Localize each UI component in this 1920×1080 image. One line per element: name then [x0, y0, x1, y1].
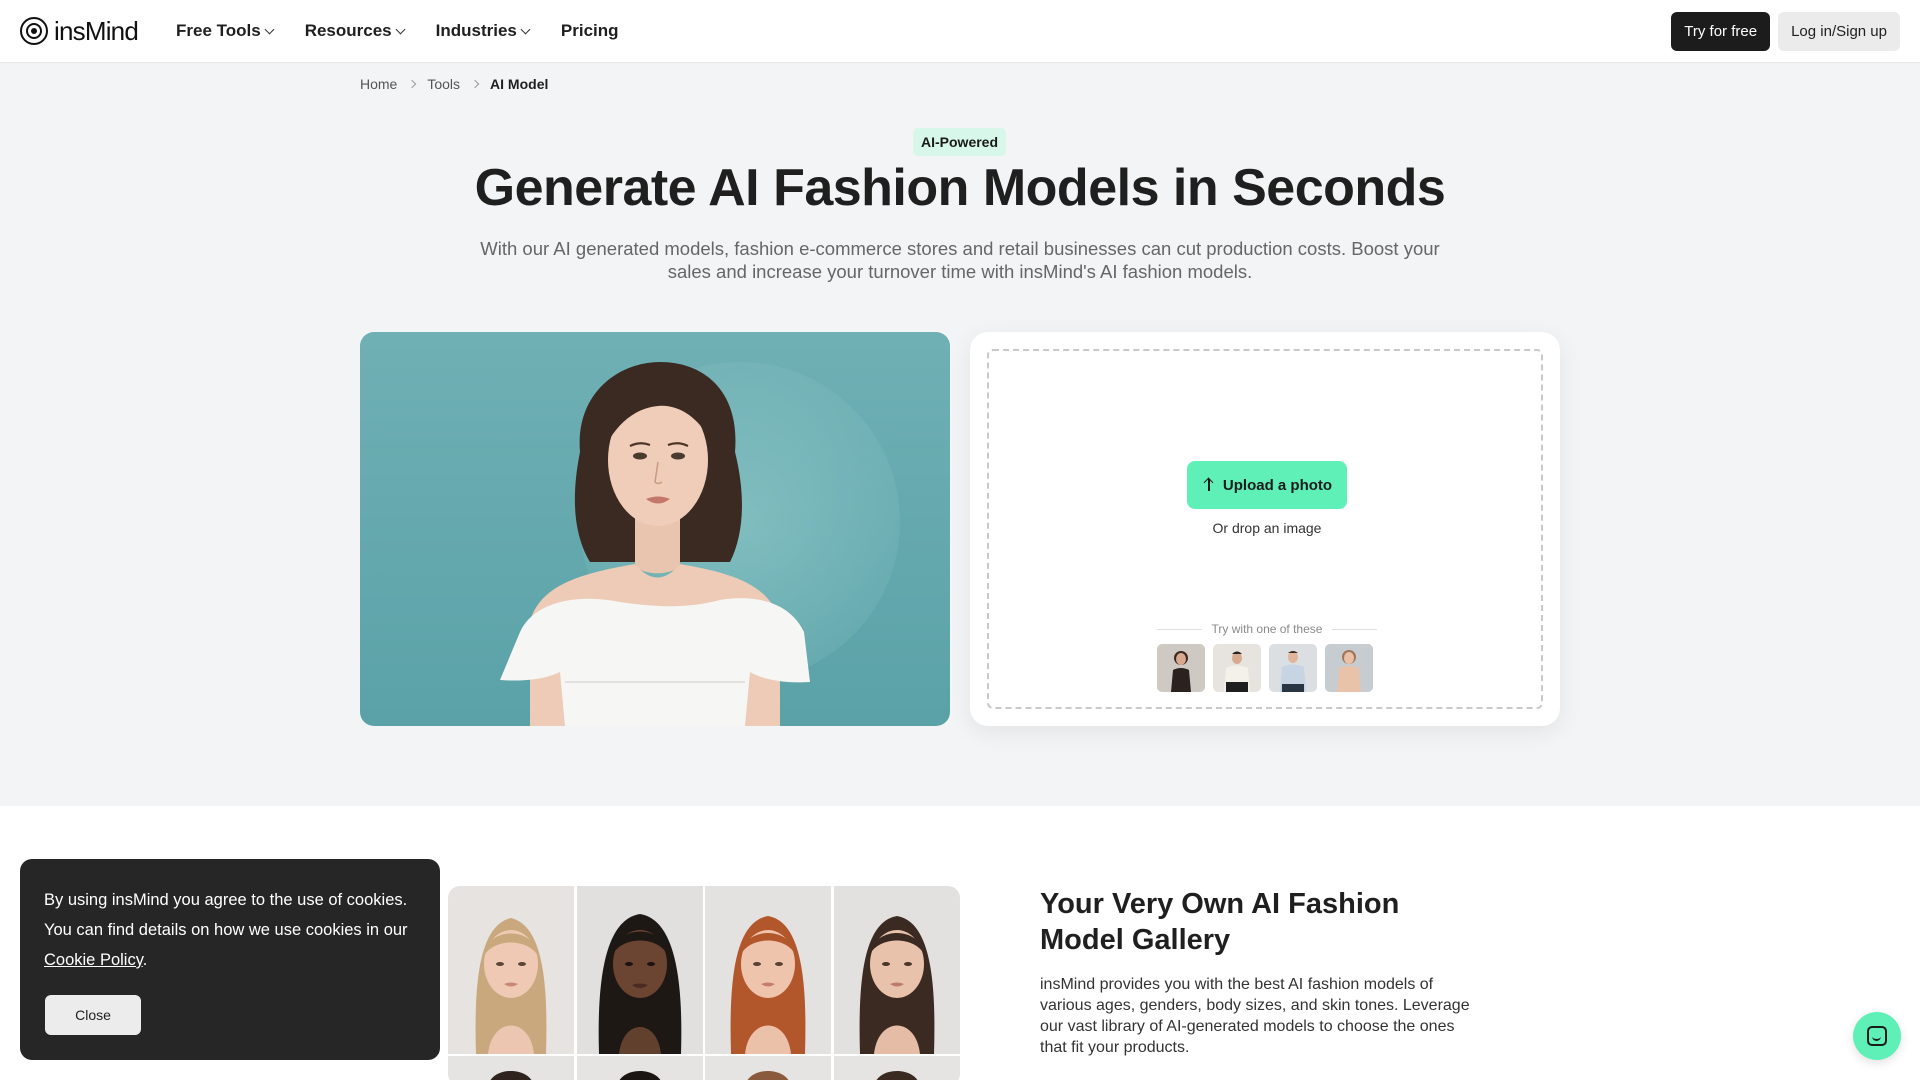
gallery-tile[interactable] [448, 1056, 575, 1080]
gallery-title: Your Very Own AI Fashion Model Gallery [1040, 888, 1400, 956]
nav-label: Free Tools [176, 21, 261, 40]
nav-resources[interactable]: Resources [304, 21, 406, 41]
sample-images-label: Try with one of these [989, 622, 1545, 636]
logo[interactable]: insMind [20, 15, 139, 47]
sample-image-2[interactable] [1213, 644, 1261, 692]
page-title: Generate AI Fashion Models in Seconds [474, 159, 1446, 217]
upload-icon [1202, 477, 1216, 493]
image-drop-zone[interactable]: Upload a photo Or drop an image Try with… [987, 349, 1543, 709]
nav-industries[interactable]: Industries [435, 21, 531, 41]
upload-button-label: Upload a photo [1222, 476, 1333, 494]
nav-free-tools[interactable]: Free Tools [176, 21, 275, 41]
model-gallery [448, 886, 960, 1080]
header-actions: Try for free Log in/Sign up [1671, 11, 1900, 51]
gallery-tile[interactable] [705, 886, 832, 1054]
hero-model-image [360, 332, 950, 726]
chat-icon [1867, 1026, 1887, 1046]
cookie-text: By using insMind you agree to the use of… [44, 885, 416, 975]
gallery-tile[interactable] [833, 886, 961, 1054]
gallery-tile[interactable] [448, 886, 575, 1054]
nav-label: Resources [304, 21, 392, 40]
logo-text: insMind [54, 15, 139, 46]
page-subtitle: With our AI generated models, fashion e-… [480, 238, 1440, 282]
gallery-tile[interactable] [833, 1056, 961, 1080]
gallery-description: insMind provides you with the best AI fa… [1040, 976, 1470, 1056]
upload-photo-button[interactable]: Upload a photo [1187, 461, 1347, 509]
site-header: insMind Free Tools Resources Industries … [0, 0, 1920, 63]
main-nav: Free Tools Resources Industries Pricing [176, 21, 619, 41]
gallery-tile[interactable] [576, 886, 704, 1054]
breadcrumb-home[interactable]: Home [360, 76, 397, 92]
gallery-tile[interactable] [576, 1056, 704, 1080]
cookie-banner: By using insMind you agree to the use of… [20, 859, 440, 1060]
chevron-right-icon [408, 79, 417, 89]
gallery-tile[interactable] [705, 1056, 832, 1080]
chevron-down-icon [264, 24, 275, 34]
cookie-text-main: By using insMind you agree to the use of… [44, 891, 408, 939]
sample-image-3[interactable] [1269, 644, 1317, 692]
breadcrumb-tools[interactable]: Tools [427, 76, 460, 92]
breadcrumb: Home Tools AI Model [360, 76, 548, 92]
try-for-free-button[interactable]: Try for free [1671, 11, 1771, 51]
cookie-text-end: . [142, 951, 148, 969]
chevron-down-icon [520, 24, 531, 34]
cookie-policy-link[interactable]: Cookie Policy [44, 951, 143, 969]
cookie-close-button[interactable]: Close [45, 995, 141, 1035]
logo-icon [20, 17, 48, 45]
nav-label: Pricing [560, 21, 619, 40]
chevron-down-icon [395, 24, 406, 34]
sample-image-4[interactable] [1325, 644, 1373, 692]
model-portrait [500, 362, 810, 726]
sample-images [1157, 644, 1373, 692]
upload-card: Upload a photo Or drop an image Try with… [970, 332, 1560, 726]
nav-pricing[interactable]: Pricing [561, 21, 619, 41]
breadcrumb-current: AI Model [490, 76, 549, 92]
sample-image-1[interactable] [1157, 644, 1205, 692]
chevron-right-icon [470, 79, 480, 89]
chat-button[interactable] [1853, 1012, 1901, 1060]
try-label-text: Try with one of these [1211, 622, 1323, 636]
nav-label: Industries [435, 21, 517, 40]
drop-hint: Or drop an image [1212, 520, 1322, 536]
ai-powered-badge: AI-Powered [913, 128, 1007, 156]
login-signup-button[interactable]: Log in/Sign up [1778, 11, 1900, 51]
